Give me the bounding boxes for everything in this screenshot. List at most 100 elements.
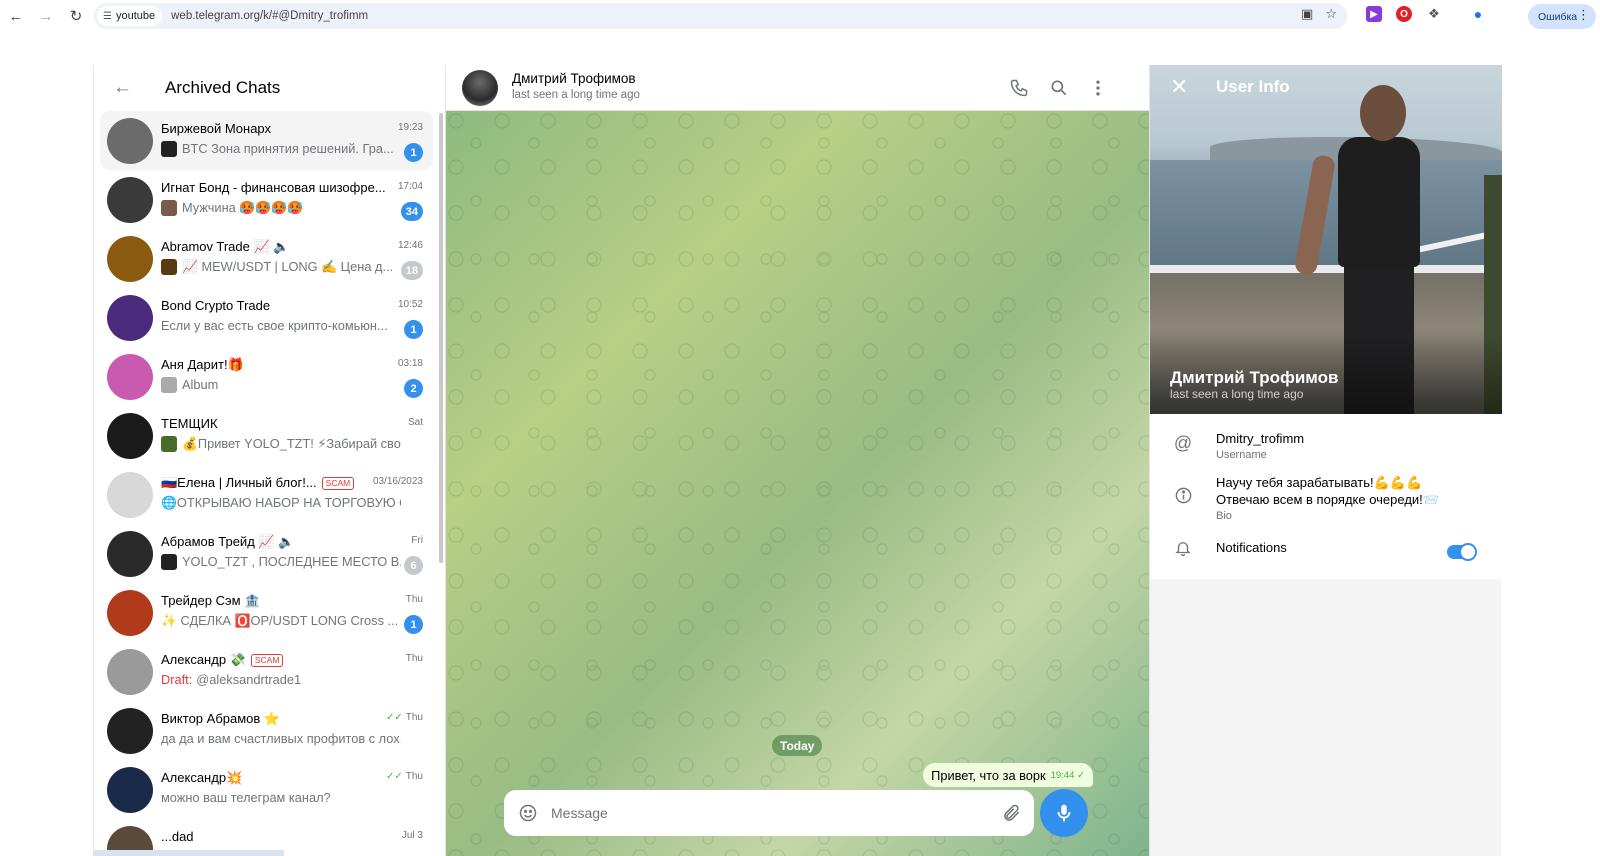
- peer-name[interactable]: Дмитрий Трофимов: [512, 71, 636, 86]
- panel-footer: [94, 850, 284, 856]
- chat-list-item[interactable]: Александр 💸 SCAM Thu Draft: @aleksandrtrade1: [100, 642, 433, 701]
- panel-title: User Info: [1216, 77, 1290, 96]
- chat-name: ...dad: [161, 829, 194, 844]
- back-icon[interactable]: ←: [2, 2, 30, 30]
- avatar: [107, 235, 153, 282]
- media-thumbnail: [161, 436, 177, 452]
- panel-title: Archived Chats: [165, 78, 281, 97]
- bio-line-1: Научу тебя зарабатывать!💪💪💪: [1216, 475, 1423, 490]
- chat-time: Jul 3: [401, 830, 423, 841]
- chat-list-item[interactable]: 🇷🇺Елена | Личный блог!... SCAM 03/16/2023 🌐…: [100, 465, 433, 524]
- chat-time: 03:18: [397, 358, 423, 369]
- media-thumbnail: [161, 377, 177, 393]
- avatar: [107, 412, 153, 459]
- phone-icon[interactable]: [1008, 77, 1030, 99]
- chat-time: Fri: [411, 535, 423, 546]
- chat-time: 17:04: [397, 181, 423, 192]
- profile-icon[interactable]: ●: [1470, 6, 1486, 22]
- chat-list-item[interactable]: Трейдер Сэм 🏦 Thu ✨ СДЕЛКА 🅾️OP/USDT LONG …: [100, 583, 433, 642]
- avatar[interactable]: [462, 70, 498, 106]
- chat-name: 🇷🇺Елена | Личный блог!... SCAM: [161, 474, 393, 492]
- at-sign-icon: @: [1173, 432, 1193, 453]
- puzzle-icon[interactable]: ❖: [1426, 6, 1442, 22]
- voice-record-button[interactable]: [1040, 789, 1088, 837]
- avatar: [107, 648, 153, 695]
- chat-time: 19:23: [397, 122, 423, 133]
- profile-name: Дмитрий Трофимов: [1170, 368, 1339, 387]
- avatar: [107, 176, 153, 223]
- chat-list-item[interactable]: Александр💥 ✓✓ Thu можно ваш телеграм канал?: [100, 760, 433, 819]
- notifications-toggle[interactable]: [1447, 543, 1477, 561]
- attach-icon[interactable]: [1002, 802, 1022, 824]
- chat-list-item[interactable]: Виктор Абрамов ⭐ ✓✓ Thu да да и вам счастли…: [100, 701, 433, 760]
- browser-toolbar: ← → ↻ ☰ youtube web.telegram.org/k/#@Dmi…: [0, 0, 1600, 32]
- double-check-icon: ✓✓: [386, 771, 403, 782]
- username-row[interactable]: @ Dmitry_trofimm Username: [1150, 426, 1502, 466]
- chat-preview: 📈 MEW/USDT | LONG ✍️ Цена д...: [161, 258, 401, 276]
- emoji-icon[interactable]: [518, 803, 538, 823]
- chat-time: 03/16/2023: [372, 476, 423, 487]
- more-options-icon[interactable]: [1087, 77, 1109, 99]
- chat-name: Bond Crypto Trade: [161, 298, 271, 313]
- chat-preview: BTC Зона принятия решений. Гра...: [161, 140, 401, 158]
- forward-icon[interactable]: →: [32, 2, 60, 30]
- message-time: 19:44 ✓: [1050, 769, 1085, 781]
- scrollbar[interactable]: [439, 113, 443, 563]
- avatar: [107, 589, 153, 636]
- message-composer: [504, 790, 1034, 836]
- reload-icon[interactable]: ↻: [62, 2, 90, 30]
- info-icon: [1172, 484, 1194, 506]
- avatar: [107, 707, 153, 754]
- address-bar[interactable]: ☰ youtube web.telegram.org/k/#@Dmitry_tr…: [94, 3, 1347, 29]
- unread-badge: 18: [400, 261, 423, 280]
- url-text[interactable]: web.telegram.org/k/#@Dmitry_trofimm: [171, 10, 368, 22]
- chat-name: Александр 💸 SCAM: [161, 651, 393, 669]
- chat-time: 10:52: [397, 299, 423, 310]
- chat-list-item[interactable]: Abramov Trade 📈 🔈 12:46 📈 MEW/USDT | LONG …: [100, 229, 433, 288]
- username-value: Dmitry_trofimm: [1216, 431, 1305, 446]
- chat-time: ✓✓ Thu: [386, 712, 423, 723]
- chat-preview: Album: [161, 376, 401, 394]
- chat-preview: 🌐ОТКРЫВАЮ НАБОР НА ТОРГОВУЮ СЕ...: [161, 495, 401, 510]
- chat-name: Виктор Абрамов ⭐: [161, 711, 281, 726]
- chat-list-item[interactable]: Игнат Бонд - финансовая шизофре... 17:04 М…: [100, 170, 433, 229]
- opera-extension-icon[interactable]: O: [1396, 6, 1412, 22]
- avatar: [107, 471, 153, 518]
- chat-list-item[interactable]: Bond Crypto Trade 10:52 Если у вас есть св…: [100, 288, 433, 347]
- chat-header[interactable]: Дмитрий Трофимов last seen a long time a…: [446, 65, 1149, 111]
- extension-icon[interactable]: ▶: [1366, 6, 1382, 22]
- message-text: Привет, что за ворк: [931, 767, 1046, 783]
- message-input[interactable]: [551, 805, 981, 821]
- profile-details: @ Dmitry_trofimm Username Научу тебя зар…: [1150, 414, 1502, 579]
- chat-time: ✓✓ Thu: [386, 771, 423, 782]
- chat-list-item[interactable]: Абрамов Трейд 📈 🔈 Fri YOLO_TZT , ПОСЛЕДНЕЕ…: [100, 524, 433, 583]
- scam-badge: SCAM: [250, 654, 284, 668]
- peer-status: last seen a long time ago: [512, 89, 640, 101]
- profile-error-button[interactable]: Ошибка ⋮: [1528, 4, 1596, 29]
- close-icon[interactable]: ✕: [1170, 76, 1194, 100]
- profile-status: last seen a long time ago: [1170, 387, 1304, 401]
- chat-list-item[interactable]: Аня Дарит!🎁 03:18 Album 2: [100, 347, 433, 406]
- chat-name: ТЕМЩИК: [161, 416, 218, 431]
- tune-icon: ☰: [103, 10, 112, 22]
- draft-label: Draft:: [161, 672, 193, 687]
- chat-list-item[interactable]: Биржевой Монарх 19:23 BTC Зона принятия ре…: [100, 111, 433, 170]
- chat-list-item[interactable]: ТЕМЩИК Sat 💰Привет YOLO_TZT! ⚡Забирай свои…: [100, 406, 433, 465]
- unread-badge: 1: [404, 143, 423, 162]
- search-icon[interactable]: [1048, 77, 1070, 99]
- back-arrow-icon[interactable]: ←: [113, 77, 143, 99]
- bookmark-star-icon[interactable]: ☆: [1325, 6, 1337, 22]
- kebab-menu-icon[interactable]: ⋮: [1577, 7, 1590, 23]
- site-info-chip[interactable]: ☰ youtube: [97, 6, 163, 26]
- chat-preview: Draft: @aleksandrtrade1: [161, 672, 302, 687]
- outgoing-message[interactable]: Привет, что за ворк 19:44 ✓: [923, 763, 1093, 787]
- chat-preview: Мужчина 🥵🥵🥵🥵: [161, 199, 401, 217]
- bio-row[interactable]: Научу тебя зарабатывать!💪💪💪 Отвечаю всем…: [1150, 472, 1502, 522]
- conversation-area: Дмитрий Трофимов last seen a long time a…: [446, 65, 1149, 856]
- avatar: [107, 294, 153, 341]
- bell-icon: [1172, 537, 1194, 559]
- unread-badge: 1: [404, 320, 423, 339]
- chat-time: Sat: [407, 417, 423, 428]
- install-app-icon[interactable]: ▣: [1301, 6, 1313, 22]
- profile-photo[interactable]: ✕ User Info Дмитрий Трофимов last seen a…: [1150, 65, 1502, 414]
